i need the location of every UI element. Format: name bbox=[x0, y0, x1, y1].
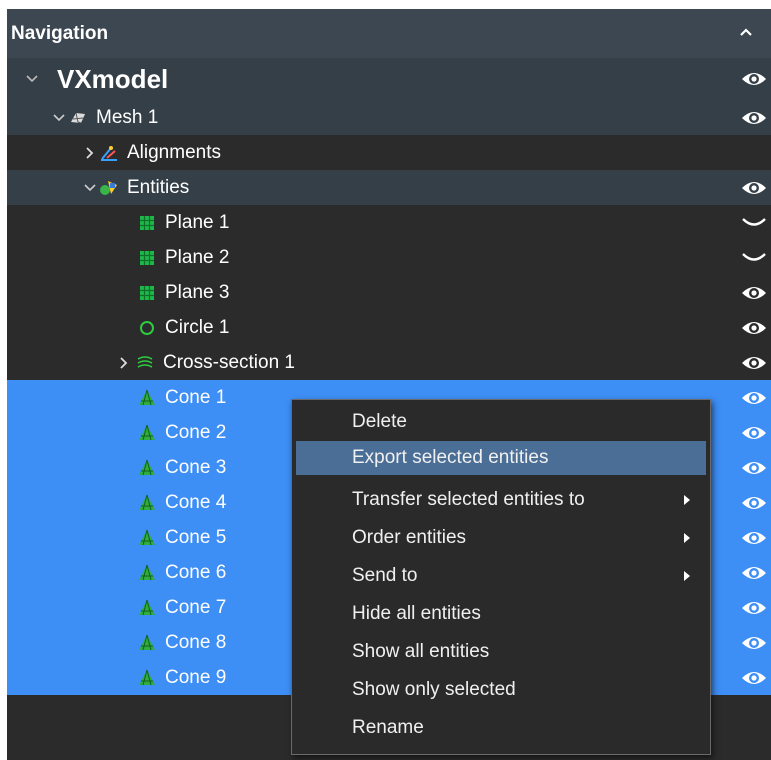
tree-item-mesh[interactable]: Mesh 1 bbox=[7, 100, 771, 135]
menu-item-label: Show all entities bbox=[352, 641, 490, 662]
menu-item-label: Export selected entities bbox=[352, 447, 549, 468]
cone-icon bbox=[137, 563, 157, 583]
menu-item-label: Transfer selected entities to bbox=[352, 489, 585, 510]
menu-item-label: Order entities bbox=[352, 527, 467, 548]
context-menu: Delete Export selected entities Transfer… bbox=[291, 399, 711, 755]
cone-icon bbox=[137, 668, 157, 688]
chevron-down-icon[interactable] bbox=[25, 72, 39, 86]
plane-icon bbox=[137, 283, 157, 303]
chevron-right-icon[interactable] bbox=[83, 146, 97, 160]
tree-item-plane[interactable]: Plane 1 bbox=[7, 205, 771, 240]
eye-icon[interactable] bbox=[739, 526, 769, 550]
eye-icon[interactable] bbox=[739, 561, 769, 585]
menu-item-hide-all-entities[interactable]: Hide all entities bbox=[296, 597, 706, 631]
menu-item-transfer-selected-entities[interactable]: Transfer selected entities to bbox=[296, 483, 706, 517]
eye-icon[interactable] bbox=[739, 596, 769, 620]
cone-icon bbox=[137, 493, 157, 513]
entities-label: Entities bbox=[127, 176, 190, 198]
menu-item-rename[interactable]: Rename bbox=[296, 711, 706, 745]
eye-icon[interactable] bbox=[739, 281, 769, 305]
eye-icon[interactable] bbox=[739, 67, 769, 91]
menu-item-show-only-selected[interactable]: Show only selected bbox=[296, 673, 706, 707]
menu-item-label: Hide all entities bbox=[352, 603, 481, 624]
eye-icon[interactable] bbox=[739, 666, 769, 690]
mesh-icon bbox=[68, 108, 88, 128]
mesh-label: Mesh 1 bbox=[96, 106, 159, 128]
plane-label: Plane 3 bbox=[165, 281, 230, 303]
menu-item-label: Send to bbox=[352, 565, 418, 586]
cone-label: Cone 8 bbox=[165, 631, 227, 653]
circle-label: Circle 1 bbox=[165, 316, 230, 338]
eye-icon[interactable] bbox=[739, 456, 769, 480]
tree-item-plane[interactable]: Plane 2 bbox=[7, 240, 771, 275]
chevron-down-icon[interactable] bbox=[52, 111, 66, 125]
chevron-down-icon[interactable] bbox=[83, 181, 97, 195]
eye-icon[interactable] bbox=[739, 386, 769, 410]
cone-icon bbox=[137, 598, 157, 618]
panel-title: Navigation bbox=[11, 22, 109, 44]
alignments-label: Alignments bbox=[127, 141, 221, 163]
tree-item-entities[interactable]: Entities bbox=[7, 170, 771, 205]
chevron-right-icon[interactable] bbox=[117, 356, 131, 370]
chevron-up-icon[interactable] bbox=[735, 21, 757, 43]
circle-icon bbox=[137, 318, 157, 338]
plane-label: Plane 2 bbox=[165, 246, 230, 268]
menu-item-show-all-entities[interactable]: Show all entities bbox=[296, 635, 706, 669]
cross-section-icon bbox=[135, 353, 155, 373]
navigation-header[interactable]: Navigation bbox=[7, 9, 771, 58]
eye-icon[interactable] bbox=[739, 106, 769, 130]
tree-item-circle[interactable]: Circle 1 bbox=[7, 310, 771, 345]
cone-icon bbox=[137, 633, 157, 653]
alignment-icon bbox=[99, 143, 119, 163]
tree-root-vxmodel[interactable]: VXmodel bbox=[7, 58, 771, 100]
plane-icon bbox=[137, 248, 157, 268]
menu-item-order-entities[interactable]: Order entities bbox=[296, 521, 706, 555]
cone-icon bbox=[137, 528, 157, 548]
cone-label: Cone 4 bbox=[165, 491, 227, 513]
cone-label: Cone 6 bbox=[165, 561, 227, 583]
eye-icon[interactable] bbox=[739, 631, 769, 655]
eye-closed-icon[interactable] bbox=[739, 211, 769, 235]
cone-label: Cone 5 bbox=[165, 526, 227, 548]
menu-item-delete[interactable]: Delete bbox=[296, 405, 706, 439]
submenu-arrow-icon bbox=[684, 571, 690, 581]
cone-icon bbox=[137, 388, 157, 408]
tree-root-label: VXmodel bbox=[57, 63, 169, 94]
cross-section-label: Cross-section 1 bbox=[163, 351, 295, 373]
eye-icon[interactable] bbox=[739, 491, 769, 515]
eye-icon[interactable] bbox=[739, 351, 769, 375]
cone-label: Cone 1 bbox=[165, 386, 227, 408]
tree-item-plane[interactable]: Plane 3 bbox=[7, 275, 771, 310]
plane-icon bbox=[137, 213, 157, 233]
plane-label: Plane 1 bbox=[165, 211, 230, 233]
cone-label: Cone 7 bbox=[165, 596, 227, 618]
cone-label: Cone 9 bbox=[165, 666, 227, 688]
cone-icon bbox=[137, 423, 157, 443]
eye-icon[interactable] bbox=[739, 316, 769, 340]
eye-closed-icon[interactable] bbox=[739, 246, 769, 270]
submenu-arrow-icon bbox=[684, 533, 690, 543]
eye-icon[interactable] bbox=[739, 421, 769, 445]
menu-item-label: Rename bbox=[352, 717, 424, 738]
submenu-arrow-icon bbox=[684, 495, 690, 505]
menu-item-send-to[interactable]: Send to bbox=[296, 559, 706, 593]
menu-item-label: Delete bbox=[352, 411, 407, 432]
tree-item-alignments[interactable]: Alignments bbox=[7, 135, 771, 170]
menu-item-export-selected-entities[interactable]: Export selected entities bbox=[296, 441, 706, 475]
entities-icon bbox=[99, 178, 119, 198]
eye-icon[interactable] bbox=[739, 176, 769, 200]
menu-item-label: Show only selected bbox=[352, 679, 516, 700]
cone-label: Cone 3 bbox=[165, 456, 227, 478]
tree-item-cross-section[interactable]: Cross-section 1 bbox=[7, 345, 771, 380]
cone-label: Cone 2 bbox=[165, 421, 227, 443]
cone-icon bbox=[137, 458, 157, 478]
